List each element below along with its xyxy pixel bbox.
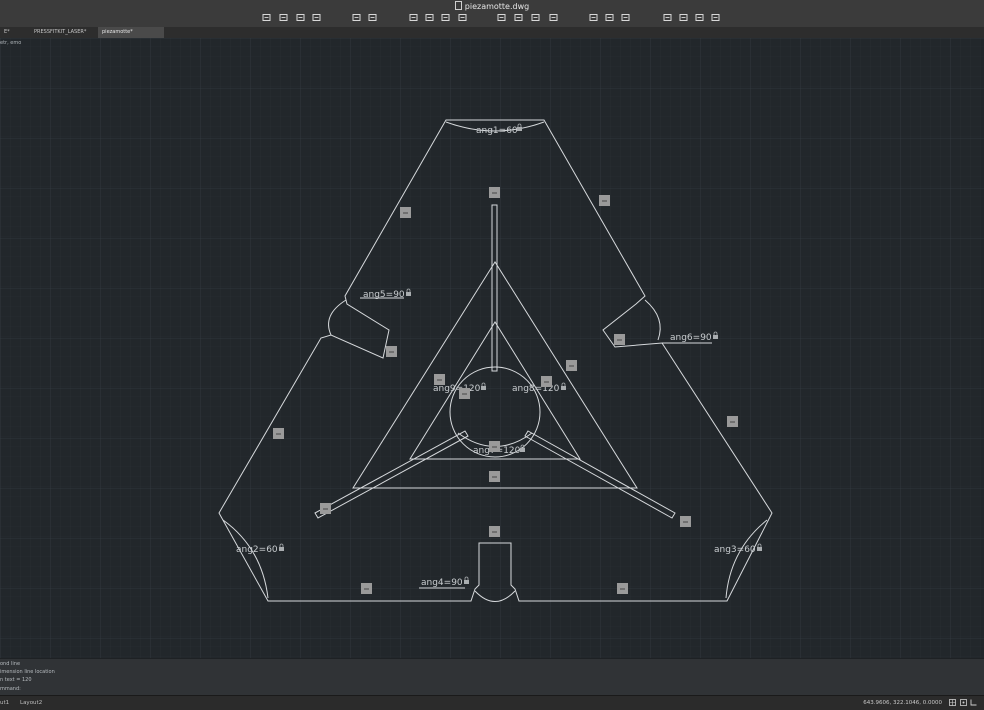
window-title: piezamotte.dwg <box>0 1 984 11</box>
select-icon[interactable] <box>589 13 598 22</box>
constraint-icon[interactable] <box>614 334 625 345</box>
command-prompt[interactable]: mmand: <box>0 686 21 692</box>
dim-ang2[interactable]: ang2=60 <box>236 545 278 555</box>
grid-toggle-icon[interactable] <box>949 699 956 706</box>
dim-ang4[interactable]: ang4=90 <box>421 578 463 588</box>
open-icon[interactable] <box>279 13 288 22</box>
plot-icon[interactable] <box>409 13 418 22</box>
dwg-file-icon <box>454 1 462 10</box>
tab-layout2[interactable]: Layout2 <box>20 696 42 710</box>
constraint-icon[interactable] <box>459 388 470 399</box>
render-icon[interactable] <box>695 13 704 22</box>
status-bar: ut1 Layout2 643.9606, 322.1046, 0.0000 <box>0 695 984 710</box>
view-icon[interactable] <box>663 13 672 22</box>
ortho-toggle-icon[interactable] <box>970 699 977 706</box>
constraint-icon[interactable] <box>680 516 691 527</box>
command-history-line: imension line location <box>0 669 55 675</box>
expand-icon[interactable] <box>711 13 720 22</box>
save-as-icon[interactable] <box>312 13 321 22</box>
properties-icon[interactable] <box>497 13 506 22</box>
tab-layout1[interactable]: ut1 <box>0 696 9 710</box>
constraint-icon[interactable] <box>541 376 552 387</box>
constraint-icon[interactable] <box>727 416 738 427</box>
constraint-icon[interactable] <box>434 374 445 385</box>
constraint-icon[interactable] <box>617 583 628 594</box>
dim-ang3[interactable]: ang3=60 <box>714 545 756 555</box>
dim-ang1[interactable]: ang1=60 <box>476 126 518 136</box>
cube-icon[interactable] <box>679 13 688 22</box>
constraint-icon[interactable] <box>489 187 500 198</box>
pan-icon[interactable] <box>605 13 614 22</box>
tab-e[interactable]: E* <box>0 27 28 38</box>
plot-preview-icon[interactable] <box>425 13 434 22</box>
constraint-icon[interactable] <box>489 441 500 452</box>
constraint-icon[interactable] <box>386 346 397 357</box>
constraint-icon[interactable] <box>489 471 500 482</box>
constraint-icon[interactable] <box>566 360 577 371</box>
constraint-icon[interactable] <box>273 428 284 439</box>
constraint-icon[interactable] <box>400 207 411 218</box>
block-icon[interactable] <box>531 13 540 22</box>
constraint-icon[interactable] <box>320 503 331 514</box>
layer-icon[interactable] <box>514 13 523 22</box>
orbit-icon[interactable] <box>621 13 630 22</box>
redo-icon[interactable] <box>368 13 377 22</box>
drawing-canvas[interactable]: ang1=60 ang2=60 ang3=60 ang4=90 ang5=90 … <box>0 38 984 658</box>
copy-icon[interactable] <box>441 13 450 22</box>
undo-icon[interactable] <box>352 13 361 22</box>
dim-ang8[interactable]: ang8=120 <box>512 384 560 394</box>
save-icon[interactable] <box>296 13 305 22</box>
command-history-line: n text = 120 <box>0 677 32 683</box>
insert-icon[interactable] <box>549 13 558 22</box>
new-icon[interactable] <box>262 13 271 22</box>
snap-toggle-icon[interactable] <box>960 699 967 706</box>
paste-icon[interactable] <box>458 13 467 22</box>
constraint-icon[interactable] <box>489 526 500 537</box>
constraint-icon[interactable] <box>361 583 372 594</box>
command-history-line: ond line <box>0 661 21 667</box>
tab-piezamotte[interactable]: piezamotte* <box>98 27 164 38</box>
coordinate-readout: 643.9606, 322.1046, 0.0000 <box>863 700 942 706</box>
dim-ang9[interactable]: ang9=120 <box>433 384 481 394</box>
constraint-icon[interactable] <box>599 195 610 206</box>
command-line[interactable]: ond line imension line location n text =… <box>0 658 984 696</box>
tab-pressfitkit-laser[interactable]: PRESSFITKIT_LASER* <box>30 27 98 38</box>
dim-ang5[interactable]: ang5=90 <box>363 290 405 300</box>
dim-ang6[interactable]: ang6=90 <box>670 333 712 343</box>
title-bar: piezamotte.dwg <box>0 0 984 28</box>
viewport-label[interactable]: etr, emo <box>0 40 21 46</box>
document-tabs: E* PRESSFITKIT_LASER* piezamotte* <box>0 27 984 38</box>
